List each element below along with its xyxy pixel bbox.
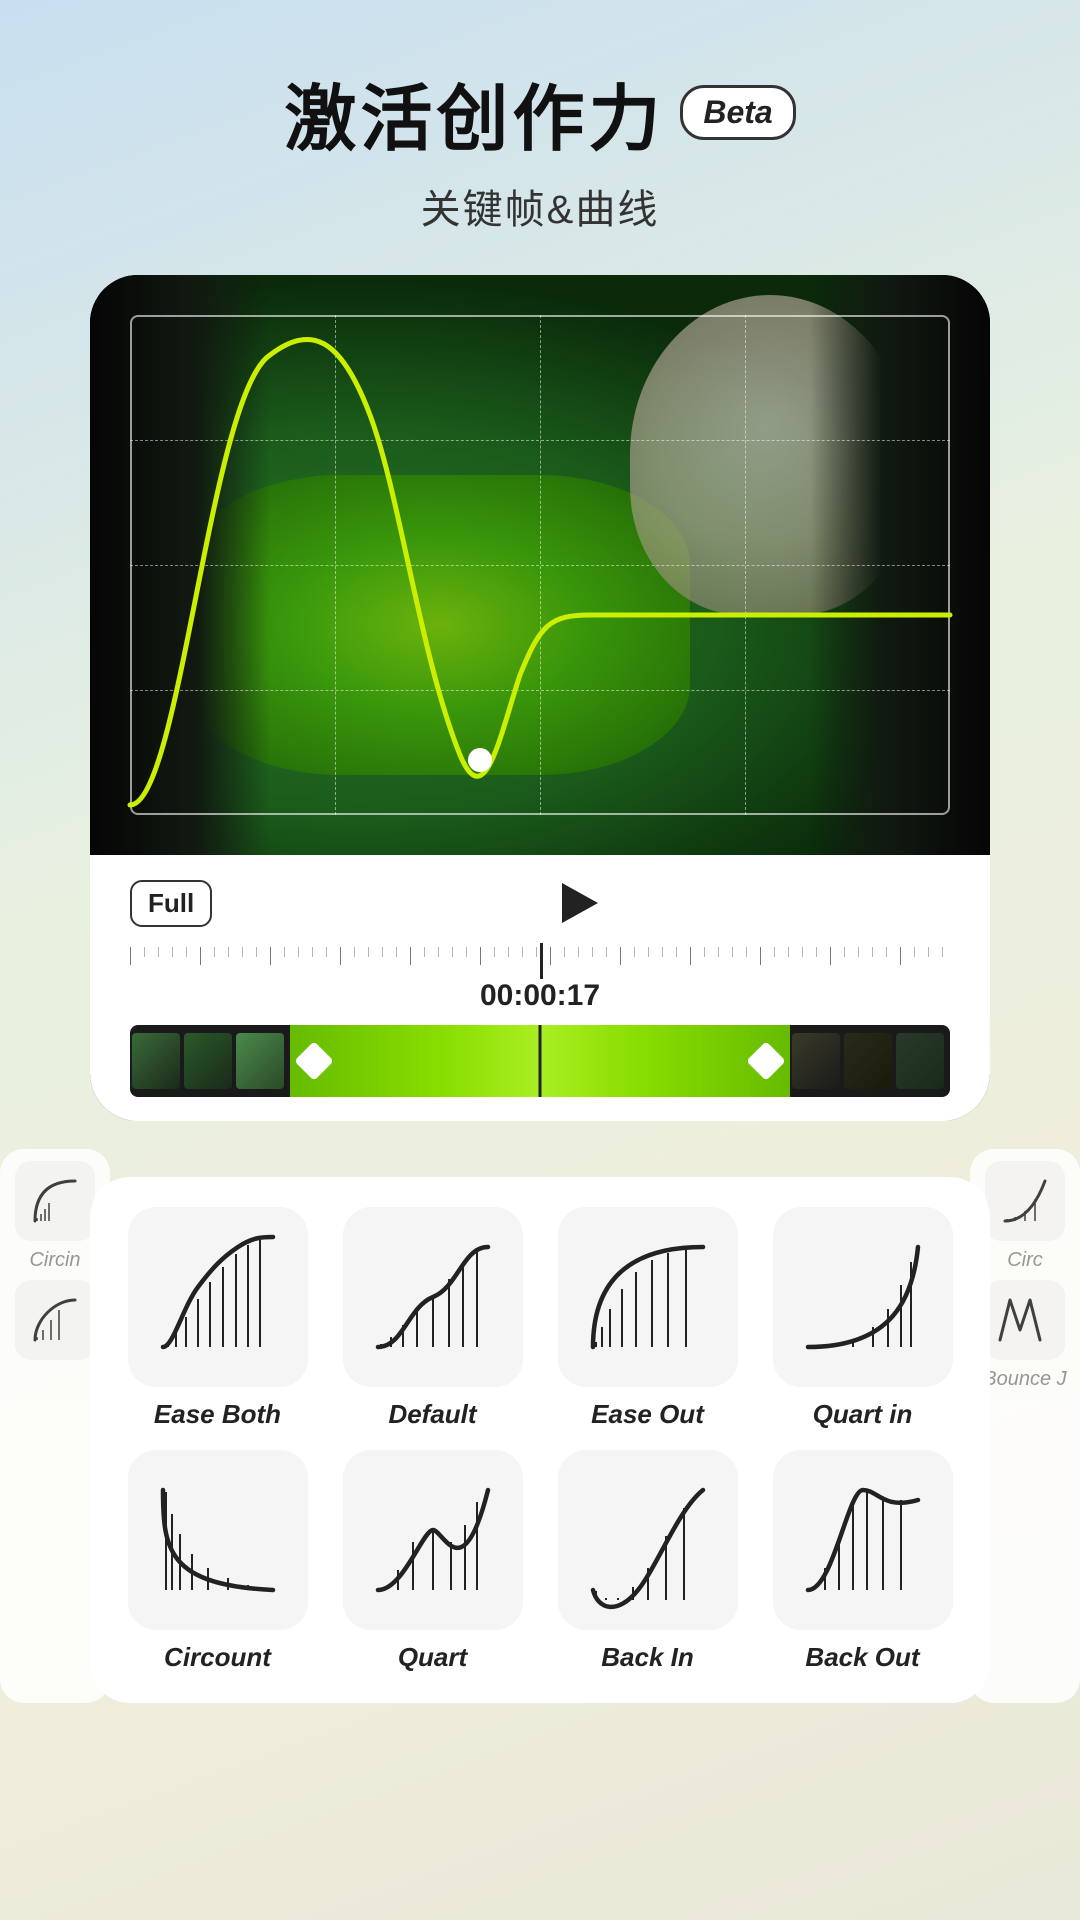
- back-in-icon: [578, 1470, 718, 1610]
- timeline-ruler[interactable]: [130, 943, 950, 979]
- easing-panel: Ease Both Default: [90, 1177, 990, 1703]
- easing-card-back-in: [558, 1450, 738, 1630]
- easing-card-ease-both: [128, 1207, 308, 1387]
- full-button[interactable]: Full: [130, 880, 212, 927]
- easing-card-quart: [343, 1450, 523, 1630]
- easing-label-back-out: Back Out: [805, 1642, 919, 1673]
- side-easing-card-circ: [985, 1161, 1065, 1241]
- play-button[interactable]: [552, 875, 608, 931]
- ease-both-icon: [148, 1227, 288, 1367]
- keyframe-start[interactable]: [294, 1041, 334, 1081]
- easing-item-ease-out[interactable]: Ease Out: [550, 1207, 745, 1430]
- side-easing-card-circin: [15, 1161, 95, 1241]
- side-label-bounce: Bounce J: [982, 1368, 1068, 1391]
- easing-item-circount[interactable]: Circount: [120, 1450, 315, 1673]
- page-title: 激活创作力: [284, 60, 664, 165]
- animation-curve: [90, 275, 990, 855]
- film-right: [790, 1025, 950, 1097]
- bounce-icon: [995, 1290, 1055, 1350]
- easing-card-quart-in: [773, 1207, 953, 1387]
- film-strip[interactable]: [130, 1021, 950, 1121]
- easing-card-default: [343, 1207, 523, 1387]
- circin2-curve-icon: [25, 1290, 85, 1350]
- film-cursor: [539, 1025, 542, 1097]
- film-left: [130, 1025, 290, 1097]
- header: 激活创作力 Beta 关键帧&曲线: [284, 60, 795, 235]
- quart-icon: [363, 1470, 503, 1610]
- quart-in-icon: [793, 1227, 933, 1367]
- easing-item-back-in[interactable]: Back In: [550, 1450, 745, 1673]
- easing-label-quart: Quart: [398, 1642, 467, 1673]
- circ-icon: [995, 1171, 1055, 1231]
- video-card: Full: [90, 275, 990, 1121]
- side-label-circ: Circ: [982, 1249, 1068, 1272]
- side-easing-card-circin2: [15, 1280, 95, 1360]
- easing-card-ease-out: [558, 1207, 738, 1387]
- easing-item-quart[interactable]: Quart: [335, 1450, 530, 1673]
- page-subtitle: 关键帧&曲线: [284, 177, 795, 235]
- ease-out-icon: [578, 1227, 718, 1367]
- easing-item-default[interactable]: Default: [335, 1207, 530, 1430]
- circin-curve-icon: [25, 1171, 85, 1231]
- beta-badge: Beta: [680, 85, 795, 140]
- side-easing-card-bounce: [985, 1280, 1065, 1360]
- easing-item-back-out[interactable]: Back Out: [765, 1450, 960, 1673]
- default-icon: [363, 1227, 503, 1367]
- easing-label-ease-out: Ease Out: [591, 1399, 704, 1430]
- back-out-icon: [793, 1470, 933, 1610]
- easing-label-ease-both: Ease Both: [154, 1399, 281, 1430]
- keyframe-end[interactable]: [746, 1041, 786, 1081]
- easing-card-circount: [128, 1450, 308, 1630]
- circount-icon: [148, 1470, 288, 1610]
- easing-label-circount: Circount: [164, 1642, 271, 1673]
- easing-label-default: Default: [388, 1399, 476, 1430]
- easing-item-ease-both[interactable]: Ease Both: [120, 1207, 315, 1430]
- controls-row: Full: [130, 875, 950, 931]
- easing-label-back-in: Back In: [601, 1642, 694, 1673]
- easing-card-back-out: [773, 1450, 953, 1630]
- player-controls: Full: [90, 855, 990, 1121]
- side-label-circin: Circin: [12, 1249, 98, 1272]
- time-display: 00:00:17: [130, 979, 950, 1021]
- timeline-cursor: [540, 943, 543, 979]
- play-icon: [562, 883, 598, 923]
- easing-item-quart-in[interactable]: Quart in: [765, 1207, 960, 1430]
- easing-label-quart-in: Quart in: [813, 1399, 913, 1430]
- video-area: [90, 275, 990, 855]
